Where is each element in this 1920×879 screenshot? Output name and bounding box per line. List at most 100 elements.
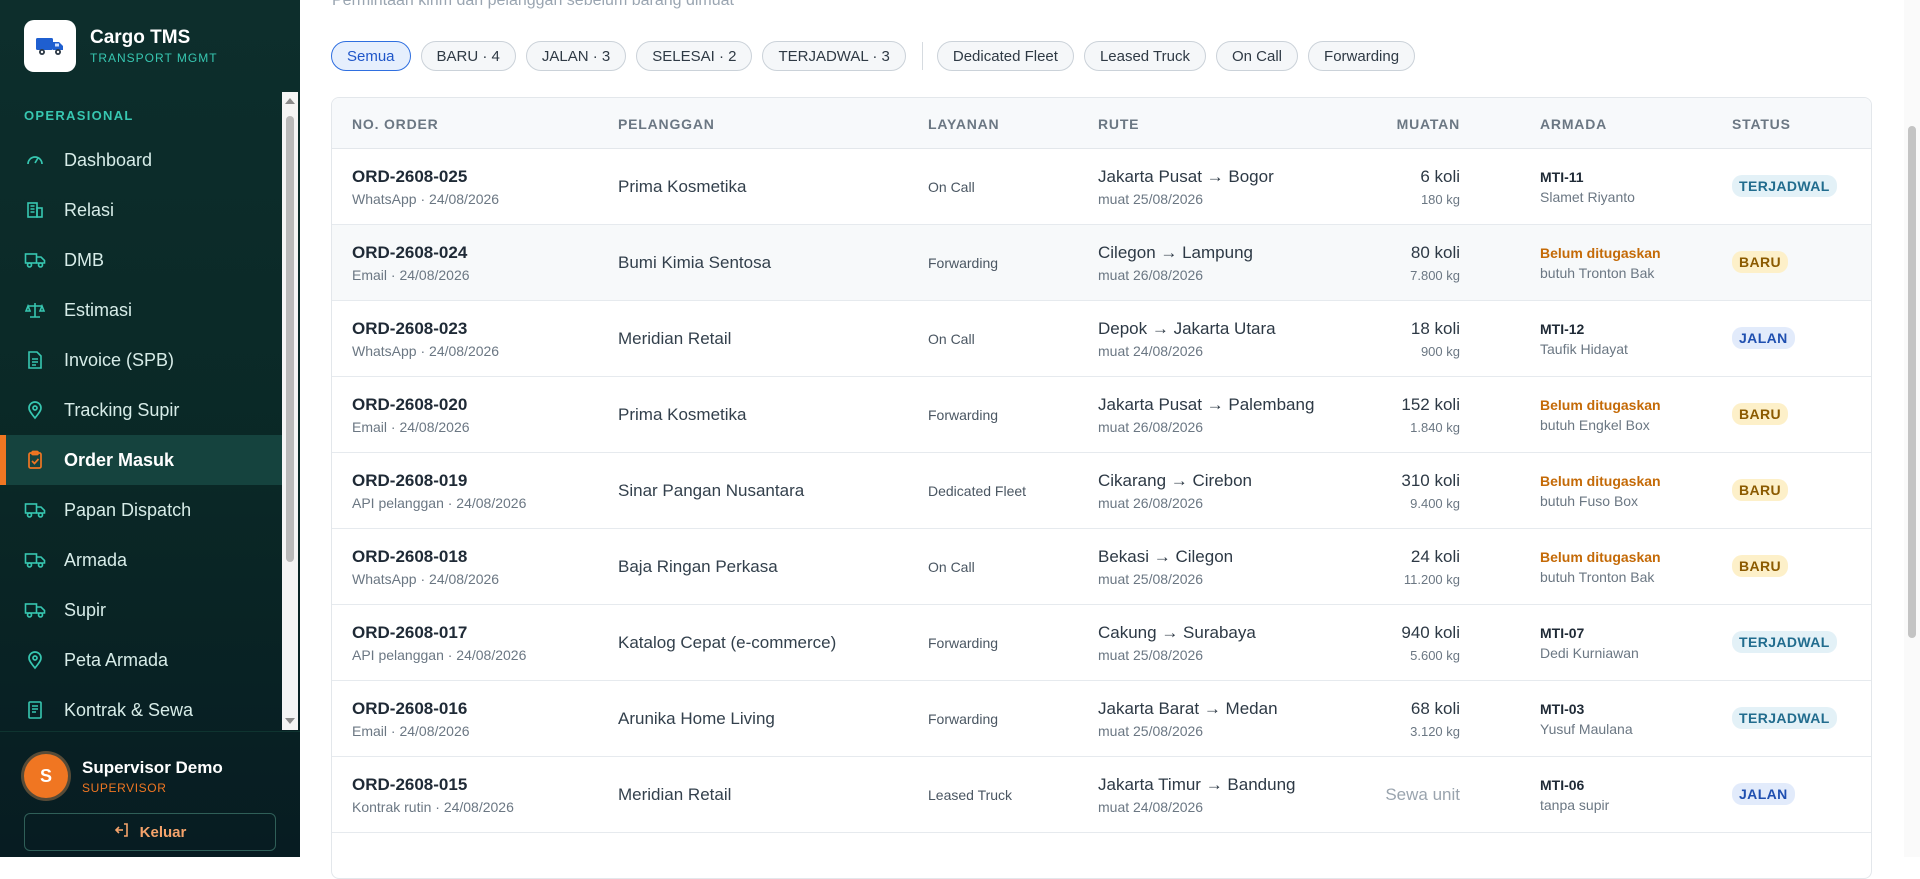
order-number[interactable]: ORD-2608-017 [352, 623, 526, 643]
load-weight: 3.120 kg [1410, 724, 1460, 739]
table-row[interactable]: ORD-2608-023 WhatsApp · 24/08/2026 Meridia… [332, 301, 1871, 377]
table-row[interactable]: ORD-2608-015 Kontrak rutin · 24/08/2026 Me… [332, 757, 1871, 833]
main-scrollbar[interactable] [1904, 0, 1920, 857]
filter-chip-status[interactable]: JALAN · 3 [525, 41, 627, 71]
sidebar-item-armada[interactable]: Armada [0, 535, 282, 585]
fleet-driver: Dedi Kurniawan [1540, 645, 1639, 661]
route-text: Cikarang → Cirebon [1098, 471, 1253, 490]
filter-chip-service[interactable]: Forwarding [1308, 41, 1416, 71]
sidebar-item-tracking-supir[interactable]: Tracking Supir [0, 385, 282, 435]
filter-chip-status[interactable]: BARU · 4 [420, 41, 516, 71]
sidebar-item-order-masuk[interactable]: Order Masuk [0, 435, 282, 485]
fleet-cell: Belum ditugaskan butuh Engkel Box [1540, 397, 1661, 433]
order-number[interactable]: ORD-2608-025 [352, 167, 499, 187]
load-cell: 940 koli 5.600 kg [1340, 623, 1460, 663]
status-badge: BARU [1732, 555, 1789, 577]
customer-name: Prima Kosmetika [618, 177, 747, 196]
fleet-cell: MTI-11 Slamet Riyanto [1540, 169, 1635, 205]
fleet-cell: MTI-06 tanpa supir [1540, 777, 1609, 813]
header-col-order[interactable]: NO. ORDER [352, 116, 439, 132]
sidebar-scrollbar[interactable] [282, 92, 298, 730]
filter-chip-service[interactable]: Dedicated Fleet [936, 41, 1074, 71]
service-type: Forwarding [928, 407, 999, 423]
sidebar-item-relasi[interactable]: Relasi [0, 185, 282, 235]
scroll-up-icon[interactable] [285, 98, 295, 104]
order-source: WhatsApp · 24/08/2026 [352, 571, 500, 587]
page-subtitle: Permintaan kirim dari pelanggan sebelum … [332, 0, 734, 9]
order-number[interactable]: ORD-2608-016 [352, 699, 470, 719]
table-row[interactable]: ORD-2608-018 WhatsApp · 24/08/2026 Baja Ri… [332, 529, 1871, 605]
scroll-down-icon[interactable] [285, 718, 295, 724]
map-pin-icon [24, 649, 46, 671]
sidebar-item-label: Relasi [64, 199, 115, 220]
table-row[interactable]: ORD-2608-017 API pelanggan · 24/08/2026 Ka… [332, 605, 1871, 681]
avatar[interactable]: S [24, 754, 68, 798]
filter-chip-status[interactable]: SELESAI · 2 [636, 41, 753, 71]
filter-chip-status[interactable]: TERJADWAL · 3 [762, 41, 906, 71]
header-col-service[interactable]: LAYANAN [928, 116, 999, 132]
orders-table: NO. ORDER PELANGGAN LAYANAN RUTE MUATAN ARMAD… [331, 97, 1872, 879]
order-cell: ORD-2608-018 WhatsApp · 24/08/2026 [352, 547, 499, 587]
load-cell: 152 koli 1.840 kg [1340, 395, 1460, 435]
table-row[interactable]: ORD-2608-020 Email · 24/08/2026 Prima Kosm… [332, 377, 1871, 453]
brand[interactable]: Cargo TMS TRANSPORT MGMT [24, 18, 218, 74]
sidebar-item-kontrak-sewa[interactable]: Kontrak & Sewa [0, 685, 282, 730]
fleet-cell: Belum ditugaskan butuh Fuso Box [1540, 473, 1661, 509]
sidebar-item-papan-dispatch[interactable]: Papan Dispatch [0, 485, 282, 535]
order-source: Kontrak rutin · 24/08/2026 [352, 799, 514, 815]
status-badge: BARU [1732, 403, 1789, 425]
header-col-route[interactable]: RUTE [1098, 116, 1139, 132]
scrollbar-thumb[interactable] [286, 116, 294, 562]
fleet-driver: butuh Tronton Bak [1540, 265, 1655, 281]
order-number[interactable]: ORD-2608-024 [352, 243, 470, 263]
sidebar-item-supir[interactable]: Supir [0, 585, 282, 635]
order-number[interactable]: ORD-2608-018 [352, 547, 499, 567]
filter-chip-service[interactable]: Leased Truck [1083, 41, 1206, 71]
header-col-customer[interactable]: PELANGGAN [618, 116, 715, 132]
table-row[interactable]: ORD-2608-016 Email · 24/08/2026 Arunika Ho… [332, 681, 1871, 757]
scale-icon [24, 299, 46, 321]
load-koli: 6 koli [1420, 167, 1460, 186]
order-number[interactable]: ORD-2608-019 [352, 471, 526, 491]
order-source: Email · 24/08/2026 [352, 419, 470, 435]
fleet-driver: butuh Engkel Box [1540, 417, 1650, 433]
load-cell: 68 koli 3.120 kg [1340, 699, 1460, 739]
order-number[interactable]: ORD-2608-020 [352, 395, 470, 415]
order-number[interactable]: ORD-2608-023 [352, 319, 499, 339]
service-type: On Call [928, 179, 975, 195]
fleet-driver: butuh Fuso Box [1540, 493, 1639, 509]
table-row[interactable]: ORD-2608-019 API pelanggan · 24/08/2026 Si… [332, 453, 1871, 529]
clipboard-check-icon [24, 449, 46, 471]
order-number[interactable]: ORD-2608-015 [352, 775, 514, 795]
scrollbar-thumb[interactable] [1908, 126, 1916, 638]
section-label: OPERASIONAL [24, 108, 134, 123]
load-koli: 310 koli [1401, 471, 1460, 490]
load-date: muat 24/08/2026 [1098, 799, 1204, 815]
fleet-unit: MTI-12 [1540, 321, 1585, 337]
sidebar-item-peta-armada[interactable]: Peta Armada [0, 635, 282, 685]
sidebar-item-invoice-spb[interactable]: Invoice (SPB) [0, 335, 282, 385]
route-text: Jakarta Pusat → Bogor [1098, 167, 1274, 186]
filter-chip-service[interactable]: On Call [1216, 41, 1299, 71]
load-cell: 18 koli 900 kg [1340, 319, 1460, 359]
table-row[interactable]: ORD-2608-025 WhatsApp · 24/08/2026 Prima K… [332, 149, 1871, 225]
load-date: muat 26/08/2026 [1098, 267, 1204, 283]
sidebar-item-dmb[interactable]: DMB [0, 235, 282, 285]
filter-bar: Semua BARU · 4 JALAN · 3 SELESAI · 2 TERJADW… [331, 40, 1425, 72]
filter-chip-status[interactable]: Semua [331, 41, 411, 71]
truck-icon [24, 599, 46, 621]
header-col-load[interactable]: MUATAN [1340, 116, 1460, 132]
main-content: Permintaan kirim dari pelanggan sebelum … [300, 0, 1920, 879]
sidebar-item-dashboard[interactable]: Dashboard [0, 135, 282, 185]
table-row[interactable]: ORD-2608-024 Email · 24/08/2026 Bumi Kimia… [332, 225, 1871, 301]
route-cell: Cakung → Surabaya muat 25/08/2026 [1098, 623, 1256, 663]
logout-button[interactable]: Keluar [24, 813, 276, 851]
sidebar: Cargo TMS TRANSPORT MGMT OPERASIONAL Das… [0, 0, 300, 857]
fleet-driver: Yusuf Maulana [1540, 721, 1633, 737]
load-date: muat 25/08/2026 [1098, 647, 1204, 663]
header-col-status[interactable]: STATUS [1732, 116, 1791, 132]
gauge-icon [24, 149, 46, 171]
sidebar-item-estimasi[interactable]: Estimasi [0, 285, 282, 335]
header-col-fleet[interactable]: ARMADA [1540, 116, 1607, 132]
route-cell: Jakarta Barat → Medan muat 25/08/2026 [1098, 699, 1278, 739]
